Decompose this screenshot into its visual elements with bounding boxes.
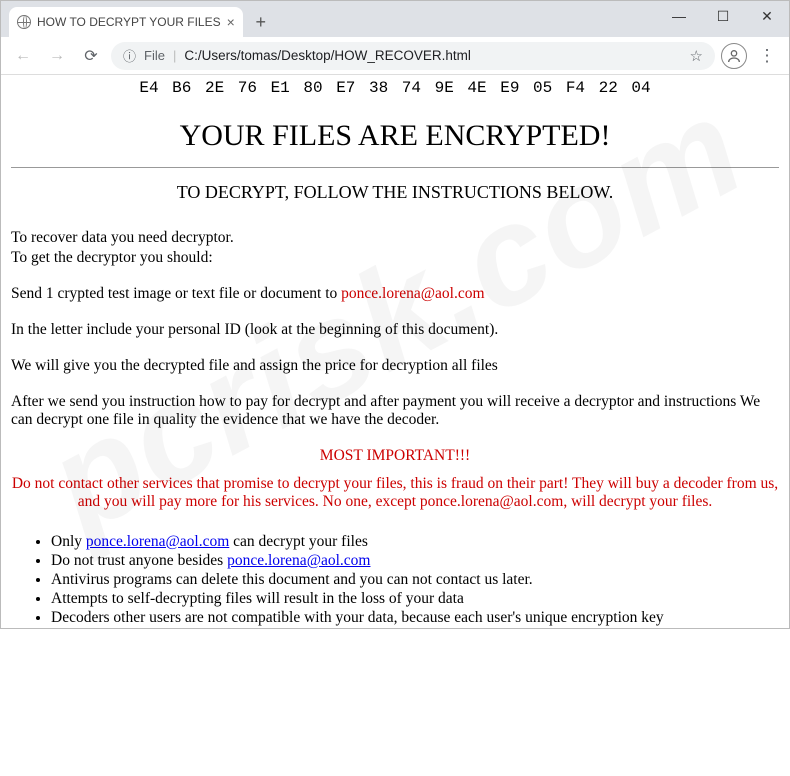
- important-body: Do not contact other services that promi…: [11, 475, 779, 511]
- text: , will decrypt your files.: [563, 493, 712, 510]
- paragraph: In the letter include your personal ID (…: [11, 321, 779, 339]
- page-heading: YOUR FILES ARE ENCRYPTED!: [11, 119, 779, 153]
- paragraph: Send 1 crypted test image or text file o…: [11, 285, 779, 303]
- paragraph: To recover data you need decryptor.: [11, 229, 779, 247]
- url-field[interactable]: ⓘ File | C:/Users/tomas/Desktop/HOW_RECO…: [111, 42, 715, 70]
- paragraph: We will give you the decrypted file and …: [11, 357, 779, 375]
- list-item: Only ponce.lorena@aol.com can decrypt yo…: [51, 533, 779, 551]
- page-content: E4 B6 2E 76 E1 80 E7 38 74 9E 4E E9 05 F…: [1, 75, 789, 630]
- contact-email: ponce.lorena@aol.com: [341, 285, 484, 302]
- window-titlebar: HOW TO DECRYPT YOUR FILES × + — ☐ ✕: [1, 1, 789, 37]
- globe-icon: [17, 15, 31, 29]
- url-path: C:/Users/tomas/Desktop/HOW_RECOVER.html: [184, 48, 471, 63]
- paragraph: After we send you instruction how to pay…: [11, 393, 779, 429]
- close-tab-icon[interactable]: ×: [227, 14, 235, 30]
- new-tab-button[interactable]: +: [247, 8, 275, 36]
- reload-button[interactable]: ⟳: [77, 42, 105, 70]
- forward-button[interactable]: →: [43, 42, 71, 70]
- hex-id: E4 B6 2E 76 E1 80 E7 38 74 9E 4E E9 05 F…: [11, 79, 779, 97]
- bookmark-star-icon[interactable]: ☆: [690, 47, 703, 65]
- subheading: TO DECRYPT, FOLLOW THE INSTRUCTIONS BELO…: [11, 182, 779, 203]
- close-window-button[interactable]: ✕: [745, 1, 789, 31]
- list-item: Attempts to self-decrypting files will r…: [51, 590, 779, 608]
- list-item: Decoders other users are not compatible …: [51, 609, 779, 627]
- browser-tab[interactable]: HOW TO DECRYPT YOUR FILES ×: [9, 7, 243, 37]
- url-separator: |: [173, 48, 176, 63]
- text: Send 1 crypted test image or text file o…: [11, 285, 341, 302]
- maximize-button[interactable]: ☐: [701, 1, 745, 31]
- paragraph: To get the decryptor you should:: [11, 249, 779, 267]
- menu-button[interactable]: ⋮: [753, 46, 781, 66]
- info-icon: ⓘ: [123, 46, 136, 65]
- back-button[interactable]: ←: [9, 42, 37, 70]
- url-scheme: File: [144, 48, 165, 63]
- profile-avatar[interactable]: [721, 43, 747, 69]
- window-controls: — ☐ ✕: [657, 1, 789, 31]
- divider: [11, 167, 779, 168]
- list-item: Antivirus programs can delete this docum…: [51, 571, 779, 589]
- contact-email: ponce.lorena@aol.com: [420, 493, 563, 510]
- list-item: Do not trust anyone besides ponce.lorena…: [51, 552, 779, 570]
- important-title: MOST IMPORTANT!!!: [11, 447, 779, 465]
- bullet-list: Only ponce.lorena@aol.com can decrypt yo…: [51, 533, 779, 627]
- minimize-button[interactable]: —: [657, 1, 701, 31]
- address-bar: ← → ⟳ ⓘ File | C:/Users/tomas/Desktop/HO…: [1, 37, 789, 75]
- email-link[interactable]: ponce.lorena@aol.com: [86, 533, 229, 550]
- tab-title: HOW TO DECRYPT YOUR FILES: [37, 15, 221, 29]
- email-link[interactable]: ponce.lorena@aol.com: [227, 552, 370, 569]
